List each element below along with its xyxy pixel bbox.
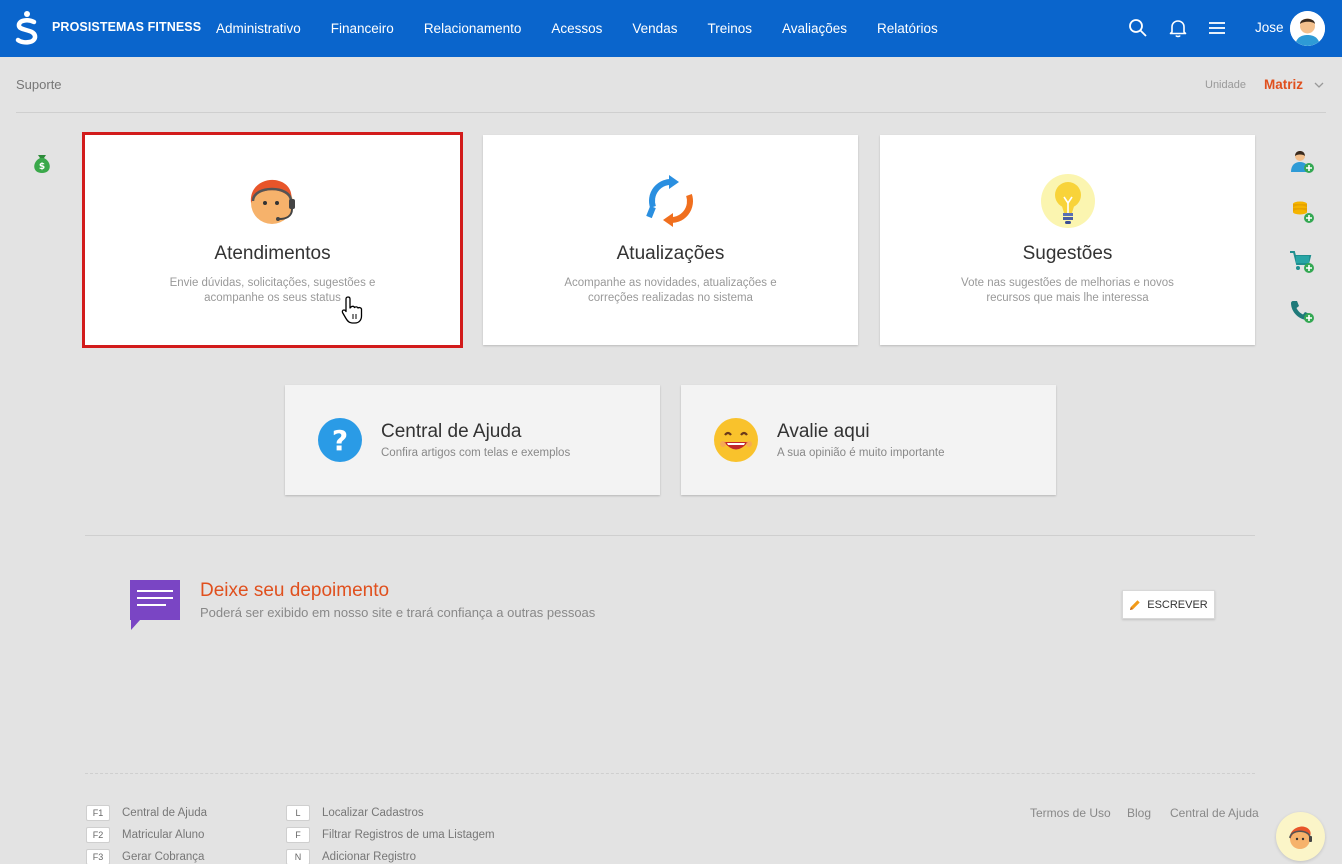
- shortcut-key: N: [286, 849, 310, 864]
- testimonial-subtitle: Poderá ser exibido em nosso site e trará…: [200, 605, 596, 620]
- card-title: Sugestões: [1022, 243, 1113, 264]
- shortcut-label: Filtrar Registros de uma Listagem: [322, 829, 495, 841]
- card-sugestoes[interactable]: Sugestões Vote nas sugestões de melhoria…: [880, 135, 1255, 345]
- avatar[interactable]: [1290, 11, 1325, 46]
- bell-icon[interactable]: [1168, 18, 1188, 38]
- card-title: Avalie aqui: [777, 421, 870, 442]
- divider: [16, 112, 1326, 113]
- lightbulb-icon: [1040, 174, 1095, 228]
- main-nav: Administrativo Financeiro Relacionamento…: [216, 0, 968, 57]
- shortcut-key: F2: [86, 827, 110, 843]
- brand-name: PROSISTEMAS FITNESS: [52, 20, 202, 34]
- testimonial-title: Deixe seu depoimento: [200, 580, 390, 601]
- shortcut-label: Central de Ajuda: [122, 807, 208, 819]
- support-chat-button[interactable]: [1276, 812, 1325, 861]
- help-icon: ?: [318, 418, 362, 462]
- search-icon[interactable]: [1128, 18, 1148, 38]
- menu-icon[interactable]: [1207, 18, 1227, 38]
- add-coins-icon[interactable]: [1289, 198, 1315, 224]
- card-title: Central de Ajuda: [381, 421, 522, 442]
- write-button[interactable]: ESCREVER: [1122, 590, 1215, 619]
- nav-avaliacoes[interactable]: Avaliações: [782, 21, 847, 36]
- breadcrumb: Suporte: [16, 77, 62, 92]
- refresh-icon: [645, 175, 693, 227]
- svg-text:$: $: [39, 162, 45, 172]
- support-agent-icon: [250, 179, 295, 224]
- footer-link-termos[interactable]: Termos de Uso: [1030, 806, 1111, 820]
- card-subtitle: Confira artigos com telas e exemplos: [381, 447, 571, 459]
- hand-cursor-icon: [341, 296, 363, 324]
- nav-acessos[interactable]: Acessos: [551, 21, 602, 36]
- top-navbar: PROSISTEMAS FITNESS Administrativo Finan…: [0, 0, 1342, 57]
- card-atendimentos[interactable]: Atendimentos Envie dúvidas, solicitações…: [82, 132, 463, 348]
- nav-relatorios[interactable]: Relatórios: [877, 21, 938, 36]
- card-title: Atendimentos: [214, 243, 331, 264]
- shortcut-item: F Filtrar Registros de uma Listagem: [286, 827, 495, 843]
- chevron-down-icon[interactable]: [1313, 79, 1325, 91]
- user-avatar-icon: [1290, 11, 1325, 46]
- svg-text:?: ?: [332, 424, 348, 457]
- card-avalie-aqui[interactable]: Avalie aqui A sua opinião é muito import…: [681, 385, 1056, 495]
- write-button-label: ESCREVER: [1147, 598, 1208, 611]
- nav-financeiro[interactable]: Financeiro: [331, 21, 394, 36]
- pencil-icon: [1130, 599, 1140, 610]
- card-description: Acompanhe as novidades, atualizações e c…: [564, 277, 777, 304]
- support-agent-icon: [1289, 826, 1312, 849]
- shortcut-item: L Localizar Cadastros: [286, 805, 424, 821]
- unit-selector[interactable]: Matriz: [1264, 77, 1303, 92]
- nav-relacionamento[interactable]: Relacionamento: [424, 21, 522, 36]
- shortcut-key: F1: [86, 805, 110, 821]
- footer-link-blog[interactable]: Blog: [1127, 806, 1151, 820]
- shortcut-label: Localizar Cadastros: [322, 807, 424, 819]
- shortcut-label: Adicionar Registro: [322, 851, 416, 863]
- card-central-de-ajuda[interactable]: ? Central de Ajuda Confira artigos com t…: [285, 385, 660, 495]
- shortcut-key: L: [286, 805, 310, 821]
- shortcut-item: F1 Central de Ajuda: [86, 805, 207, 821]
- nav-treinos[interactable]: Treinos: [707, 21, 752, 36]
- unit-label: Unidade: [1205, 79, 1246, 91]
- divider: [85, 773, 1255, 774]
- shortcut-item: N Adicionar Registro: [286, 849, 416, 864]
- shortcut-key: F: [286, 827, 310, 843]
- nav-administrativo[interactable]: Administrativo: [216, 21, 301, 36]
- card-title: Atualizações: [616, 243, 725, 264]
- money-bag-icon[interactable]: $: [29, 149, 55, 175]
- shortcut-label: Gerar Cobrança: [122, 851, 205, 863]
- smiley-icon: [714, 418, 758, 462]
- card-atualizacoes[interactable]: Atualizações Acompanhe as novidades, atu…: [483, 135, 858, 345]
- shortcut-label: Matricular Aluno: [122, 829, 205, 841]
- add-cart-icon[interactable]: [1289, 248, 1315, 274]
- chat-message-icon: [130, 580, 180, 630]
- user-name[interactable]: Jose: [1255, 20, 1284, 35]
- card-description: Vote nas sugestões de melhorias e novos …: [961, 277, 1174, 304]
- shortcut-item: F2 Matricular Aluno: [86, 827, 204, 843]
- shortcut-key: F3: [86, 849, 110, 864]
- card-subtitle: A sua opinião é muito importante: [777, 447, 945, 459]
- shortcut-item: F3 Gerar Cobrança: [86, 849, 204, 864]
- footer-link-central-de-ajuda[interactable]: Central de Ajuda: [1170, 806, 1259, 820]
- add-person-icon[interactable]: [1289, 148, 1315, 174]
- add-phone-icon[interactable]: [1289, 298, 1315, 324]
- divider: [85, 535, 1255, 536]
- nav-vendas[interactable]: Vendas: [632, 21, 677, 36]
- brand-logo-icon[interactable]: [14, 10, 40, 46]
